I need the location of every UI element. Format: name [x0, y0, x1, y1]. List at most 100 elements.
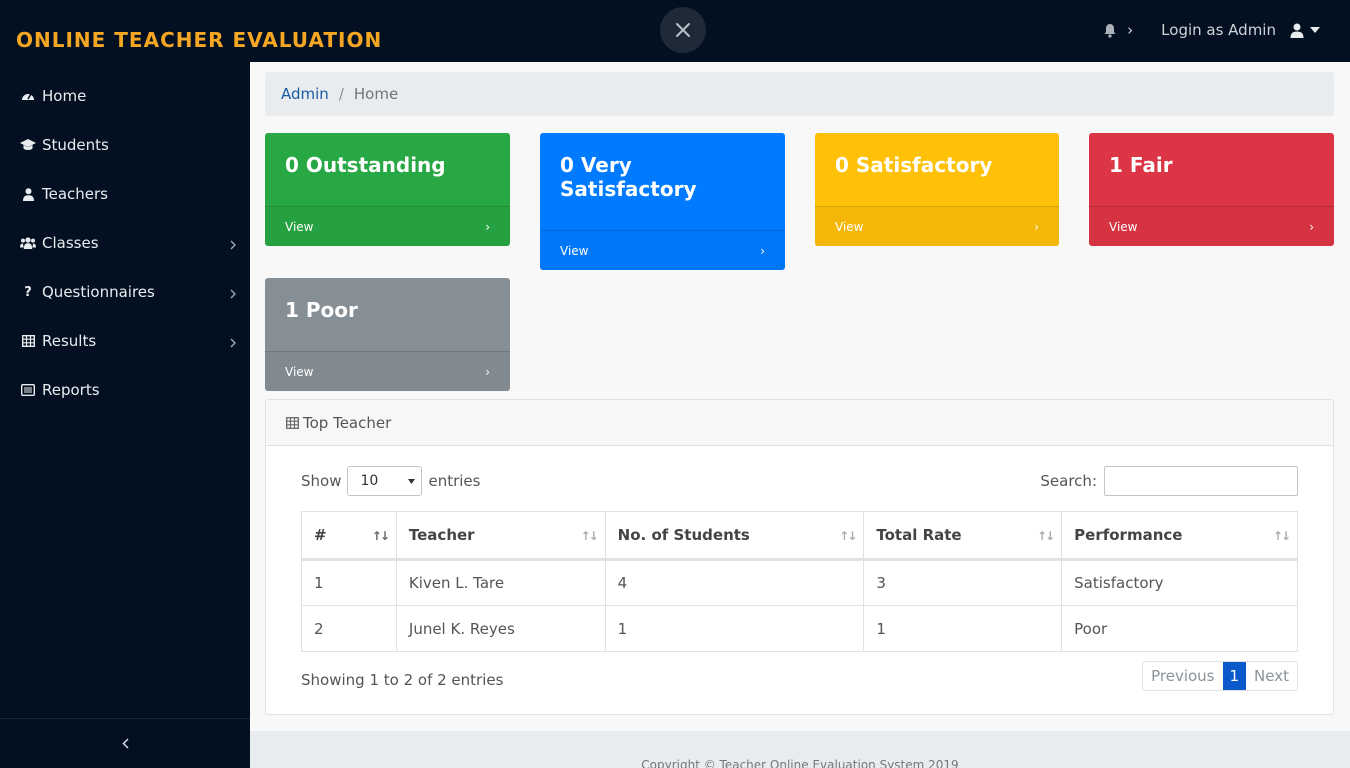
card-view-label: View: [1109, 219, 1138, 234]
page-length-value: 10: [360, 473, 379, 489]
card-view-link[interactable]: View ›: [265, 351, 510, 391]
card-view-label: View: [285, 219, 314, 234]
notifications-button[interactable]: ›: [1103, 21, 1133, 39]
users-icon: [20, 235, 36, 251]
table-cell: 3: [863, 559, 1063, 606]
list-alt-icon: [20, 382, 36, 398]
sort-icon: ↑↓: [1037, 529, 1055, 543]
sidebar-item-results[interactable]: Results: [0, 321, 250, 361]
card-title: 0 Satisfactory: [835, 153, 993, 177]
page-length-control: Show 10 entries: [301, 466, 480, 496]
card-very-satisfactory: 0 Very Satisfactory View ›: [540, 133, 785, 270]
chevron-left-icon: [121, 738, 129, 749]
sidebar-item-classes[interactable]: Classes: [0, 223, 250, 263]
top-teacher-panel: Top Teacher Show 10 entries Search: # ↑↓ …: [265, 399, 1334, 715]
caret-down-icon: [1310, 27, 1320, 33]
table-cell: 4: [604, 559, 865, 606]
chevron-right-icon: ›: [1309, 219, 1314, 234]
pagination-page-1[interactable]: 1: [1222, 662, 1247, 690]
table-cell: Poor: [1061, 605, 1298, 652]
caret-down-icon: [408, 478, 416, 484]
column-header-performance[interactable]: Performance ↑↓: [1061, 511, 1298, 561]
sidebar-item-teachers[interactable]: Teachers: [0, 174, 250, 214]
card-view-label: View: [285, 364, 314, 379]
table-row: 2 Junel K. Reyes 1 1 Poor: [301, 605, 1298, 652]
sort-icon: ↑↓: [580, 529, 599, 543]
sidebar-item-label: Results: [42, 332, 97, 350]
sidebar-item-label: Home: [42, 87, 87, 105]
bell-icon: [1104, 23, 1116, 38]
user-menu-dropdown[interactable]: [1290, 23, 1320, 38]
sidebar-collapse-button[interactable]: [0, 718, 250, 768]
close-icon: [676, 23, 690, 37]
sidebar-item-students[interactable]: Students: [0, 125, 250, 165]
login-status-text: Login as Admin: [1161, 21, 1276, 39]
chevron-right-icon: [230, 236, 236, 254]
chevron-right-icon: ›: [1034, 219, 1039, 234]
card-view-link[interactable]: View ›: [265, 206, 510, 246]
breadcrumb: Admin / Home: [265, 72, 1334, 116]
table-icon: [20, 333, 36, 349]
card-title: 1 Poor: [285, 298, 358, 322]
column-header-students[interactable]: No. of Students ↑↓: [604, 511, 865, 561]
chevron-right-icon: ›: [760, 243, 765, 258]
search-label: Search:: [1040, 472, 1097, 490]
question-icon: ?: [24, 284, 32, 300]
column-header-total-rate[interactable]: Total Rate ↑↓: [863, 511, 1063, 561]
card-view-label: View: [560, 243, 589, 258]
top-teacher-table: # ↑↓ Teacher ↑↓ No. of Students ↑↓ Total Ra…: [301, 511, 1298, 652]
panel-title: Top Teacher: [303, 413, 392, 432]
sidebar-item-label: Questionnaires: [42, 283, 155, 301]
table-icon: [286, 416, 299, 429]
sort-icon: ↑↓: [371, 529, 390, 543]
table-search: Search:: [1040, 466, 1298, 496]
sidebar-item-home[interactable]: Home: [0, 76, 250, 116]
table-cell: Kiven L. Tare: [395, 559, 606, 606]
close-button[interactable]: [660, 7, 706, 53]
show-label: Show: [301, 472, 342, 490]
chevron-right-icon: [230, 285, 236, 303]
table-row: 1 Kiven L. Tare 4 3 Satisfactory: [301, 559, 1298, 606]
user-icon: [20, 186, 36, 202]
table-cell: 1: [863, 605, 1063, 652]
breadcrumb-link-admin[interactable]: Admin: [281, 85, 329, 103]
card-title: 0 Outstanding: [285, 153, 446, 177]
graduation-cap-icon: [20, 137, 36, 153]
card-view-link[interactable]: View ›: [540, 230, 785, 270]
sort-icon: ↑↓: [839, 529, 857, 543]
sidebar-item-label: Teachers: [42, 185, 108, 203]
pagination-previous-button[interactable]: Previous: [1143, 662, 1223, 690]
pagination-next-button[interactable]: Next: [1246, 662, 1297, 690]
sidebar-item-reports[interactable]: Reports: [0, 370, 250, 410]
sidebar-item-questionnaires[interactable]: ? Questionnaires: [0, 272, 250, 312]
card-satisfactory: 0 Satisfactory View ›: [815, 133, 1059, 246]
table-header-row: # ↑↓ Teacher ↑↓ No. of Students ↑↓ Total Ra…: [301, 511, 1298, 561]
card-title: 0 Very Satisfactory: [560, 153, 697, 201]
card-outstanding: 0 Outstanding View ›: [265, 133, 510, 246]
breadcrumb-separator: /: [338, 85, 344, 103]
table-cell: 1: [301, 559, 397, 606]
table-cell: Satisfactory: [1061, 559, 1298, 606]
entries-label: entries: [428, 472, 481, 490]
user-icon: [1290, 23, 1304, 38]
column-header-teacher[interactable]: Teacher ↑↓: [395, 511, 606, 561]
column-header-number[interactable]: # ↑↓: [301, 511, 397, 561]
chevron-right-icon: ›: [485, 219, 490, 234]
table-cell: 2: [301, 605, 397, 652]
search-input[interactable]: [1104, 466, 1298, 496]
dashboard-icon: [20, 88, 36, 104]
sidebar-item-label: Classes: [42, 234, 99, 252]
navbar-right: › Login as Admin: [1103, 18, 1320, 42]
card-poor: 1 Poor View ›: [265, 278, 510, 391]
footer: Copyright © Teacher Online Evaluation Sy…: [250, 731, 1350, 768]
sidebar-item-label: Students: [42, 136, 109, 154]
breadcrumb-current: Home: [353, 85, 399, 103]
chevron-right-icon: ›: [485, 364, 490, 379]
pagination: Previous 1 Next: [1142, 661, 1298, 691]
sidebar-item-label: Reports: [42, 381, 100, 399]
card-view-link[interactable]: View ›: [815, 206, 1059, 246]
card-view-link[interactable]: View ›: [1089, 206, 1334, 246]
table-cell: Junel K. Reyes: [395, 605, 606, 652]
page-length-select[interactable]: 10: [347, 466, 423, 496]
app-brand[interactable]: ONLINE TEACHER EVALUATION: [16, 28, 382, 52]
